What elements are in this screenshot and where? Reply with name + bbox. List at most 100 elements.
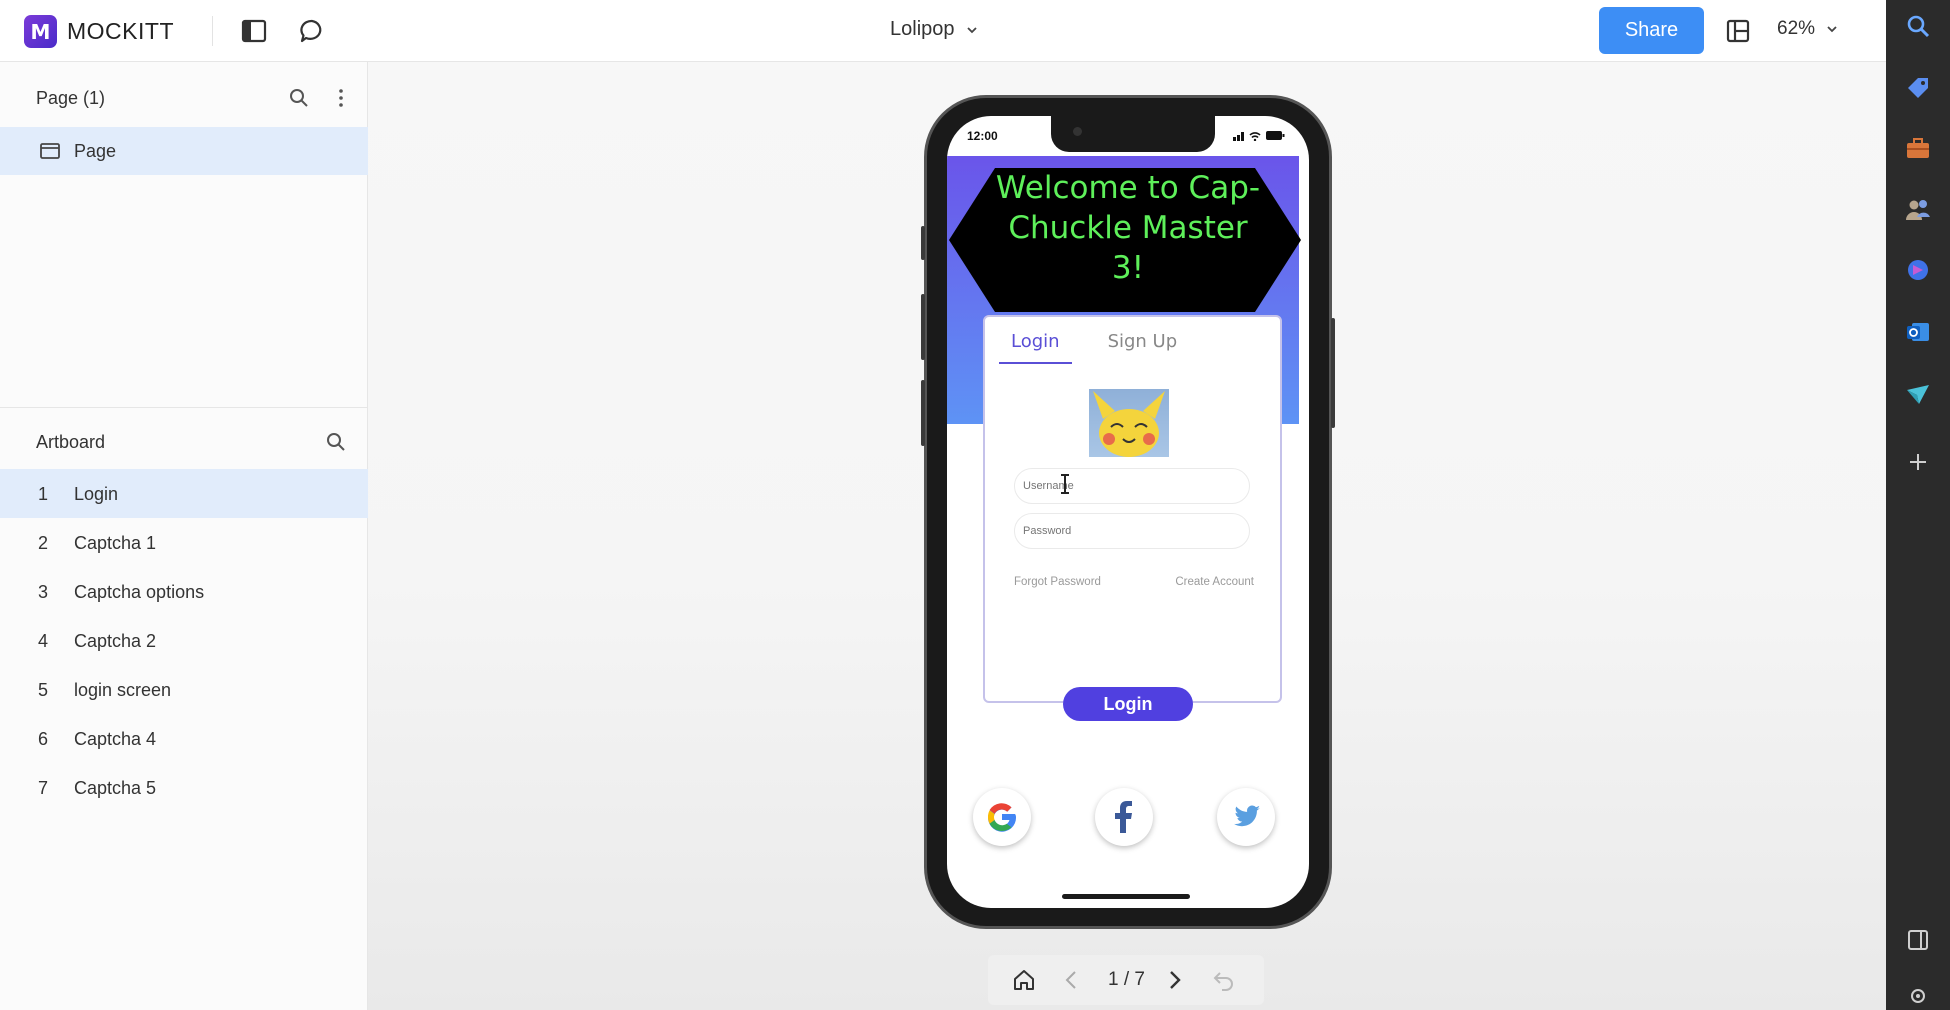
search-icon[interactable] xyxy=(288,87,310,109)
project-name: Lolipop xyxy=(890,18,955,40)
artboard-item-login[interactable]: 1 Login xyxy=(0,469,368,518)
artboard-item-captcha-4[interactable]: 6 Captcha 4 xyxy=(0,714,368,763)
project-name-dropdown[interactable]: Lolipop xyxy=(890,18,979,41)
google-icon xyxy=(987,803,1017,832)
artboard-item-name: Captcha 4 xyxy=(74,729,157,749)
google-login-button[interactable] xyxy=(973,788,1031,846)
chevron-left-icon[interactable] xyxy=(1060,968,1084,992)
welcome-title: Welcome to Cap- Chuckle Master 3! xyxy=(983,168,1273,288)
page-icon xyxy=(40,143,60,159)
artboard-item-number: 7 xyxy=(38,778,49,798)
more-options-icon[interactable] xyxy=(330,87,352,109)
top-toolbar: M MOCKITT Lolipop Share 62% xyxy=(0,0,1886,62)
status-icons xyxy=(1233,131,1285,141)
camera-icon xyxy=(1073,127,1082,136)
users-icon[interactable] xyxy=(1904,196,1932,224)
zoom-level: 62% xyxy=(1777,18,1816,39)
panel-icon[interactable] xyxy=(1904,926,1932,954)
username-input[interactable] xyxy=(1014,468,1250,504)
left-panel: Page (1) Page Artboard 1 Login 2 Captcha… xyxy=(0,62,368,1010)
artboard-item-name: Login xyxy=(74,484,119,504)
account-links: Forgot Password Create Account xyxy=(1014,576,1254,588)
home-icon[interactable] xyxy=(1012,968,1036,992)
chevron-down-icon xyxy=(1827,26,1837,33)
welcome-line: Chuckle Master xyxy=(1008,210,1248,246)
artboard-item-name: Captcha 5 xyxy=(74,778,157,798)
send-icon[interactable] xyxy=(1904,380,1932,408)
artboard-item-number: 5 xyxy=(38,680,49,700)
phone-side-button xyxy=(1331,318,1335,428)
right-app-rail xyxy=(1886,0,1950,1010)
artboard-item-number: 4 xyxy=(38,631,49,651)
phone-side-button xyxy=(921,226,925,260)
toolbox-icon[interactable] xyxy=(1904,134,1932,162)
wifi-icon xyxy=(1249,132,1261,139)
phone-notch xyxy=(1051,116,1215,152)
artboard-item-name: Captcha options xyxy=(74,582,205,602)
search-icon[interactable] xyxy=(325,431,347,453)
settings-icon[interactable] xyxy=(1904,982,1932,1010)
copilot-icon[interactable] xyxy=(1904,256,1932,284)
layout-icon[interactable] xyxy=(1724,17,1752,45)
phone-side-button xyxy=(921,380,925,446)
pikachu-image xyxy=(1093,391,1165,457)
welcome-line: 3! xyxy=(1111,250,1145,286)
tab-sign-up[interactable]: Sign Up xyxy=(1096,331,1190,364)
artboard-item-name: login screen xyxy=(74,680,172,700)
pikachu-avatar xyxy=(1089,389,1169,457)
battery-icon xyxy=(1266,131,1282,140)
status-time: 12:00 xyxy=(967,129,998,143)
phone-frame: Welcome to Cap- Chuckle Master 3! 12:00 … xyxy=(921,95,1335,929)
artboard-list: 1 Login 2 Captcha 1 3 Captcha options 4 … xyxy=(0,469,368,812)
artboard-item-captcha-5[interactable]: 7 Captcha 5 xyxy=(0,763,368,812)
page-indicator: 1 / 7 xyxy=(1108,969,1145,990)
toolbar-divider xyxy=(212,16,213,46)
artboard-item-name: Captcha 2 xyxy=(74,631,157,651)
facebook-icon xyxy=(1115,801,1132,833)
artboard-header: Artboard xyxy=(36,432,106,452)
login-button[interactable]: Login xyxy=(1063,687,1193,721)
artboard-item-number: 2 xyxy=(38,533,49,553)
facebook-login-button[interactable] xyxy=(1095,788,1153,846)
outlook-icon[interactable] xyxy=(1904,318,1932,346)
artboard-item-captcha-options[interactable]: 3 Captcha options xyxy=(0,567,368,616)
phone-side-button xyxy=(921,294,925,360)
artboard-item-captcha-1[interactable]: 2 Captcha 1 xyxy=(0,518,368,567)
undo-icon[interactable] xyxy=(1212,968,1236,992)
zoom-dropdown[interactable]: 62% xyxy=(1777,18,1839,40)
signal-icon xyxy=(1233,137,1236,141)
tab-login[interactable]: Login xyxy=(999,331,1072,364)
auth-tabs: Login Sign Up xyxy=(999,331,1213,364)
password-input[interactable] xyxy=(1014,513,1250,549)
artboard-item-name: Captcha 1 xyxy=(74,533,157,553)
app-logo[interactable]: M MOCKITT xyxy=(24,15,174,48)
tag-icon[interactable] xyxy=(1904,74,1932,102)
mockitt-logo-icon: M xyxy=(24,15,57,48)
create-account-link[interactable]: Create Account xyxy=(1175,576,1254,588)
search-icon[interactable] xyxy=(1904,12,1932,40)
share-button[interactable]: Share xyxy=(1599,7,1704,54)
pages-header: Page (1) xyxy=(36,88,106,108)
page-list-item[interactable]: Page xyxy=(0,127,368,175)
phone-screen: Welcome to Cap- Chuckle Master 3! 12:00 … xyxy=(947,116,1309,908)
artboard-item-number: 3 xyxy=(38,582,49,602)
chevron-right-icon[interactable] xyxy=(1162,968,1186,992)
artboard-item-login-screen[interactable]: 5 login screen xyxy=(0,665,368,714)
login-card: Login Sign Up Username Password Forgot P… xyxy=(983,315,1282,703)
twitter-login-button[interactable] xyxy=(1217,788,1275,846)
home-indicator xyxy=(1062,894,1190,899)
artboard-item-number: 1 xyxy=(38,484,49,504)
twitter-icon xyxy=(1234,805,1260,827)
plus-icon[interactable] xyxy=(1904,448,1932,476)
chevron-down-icon xyxy=(966,26,977,33)
preview-navigation: 1 / 7 xyxy=(988,955,1264,1005)
text-cursor-icon xyxy=(1061,474,1069,494)
app-brand-name: MOCKITT xyxy=(67,18,174,44)
forgot-password-link[interactable]: Forgot Password xyxy=(1014,576,1101,588)
artboard-item-number: 6 xyxy=(38,729,49,749)
panel-divider xyxy=(0,407,368,408)
comment-icon[interactable] xyxy=(298,17,326,45)
sidebar-toggle-icon[interactable] xyxy=(240,17,268,45)
artboard-item-captcha-2[interactable]: 4 Captcha 2 xyxy=(0,616,368,665)
welcome-line: Welcome to Cap- xyxy=(995,170,1261,206)
